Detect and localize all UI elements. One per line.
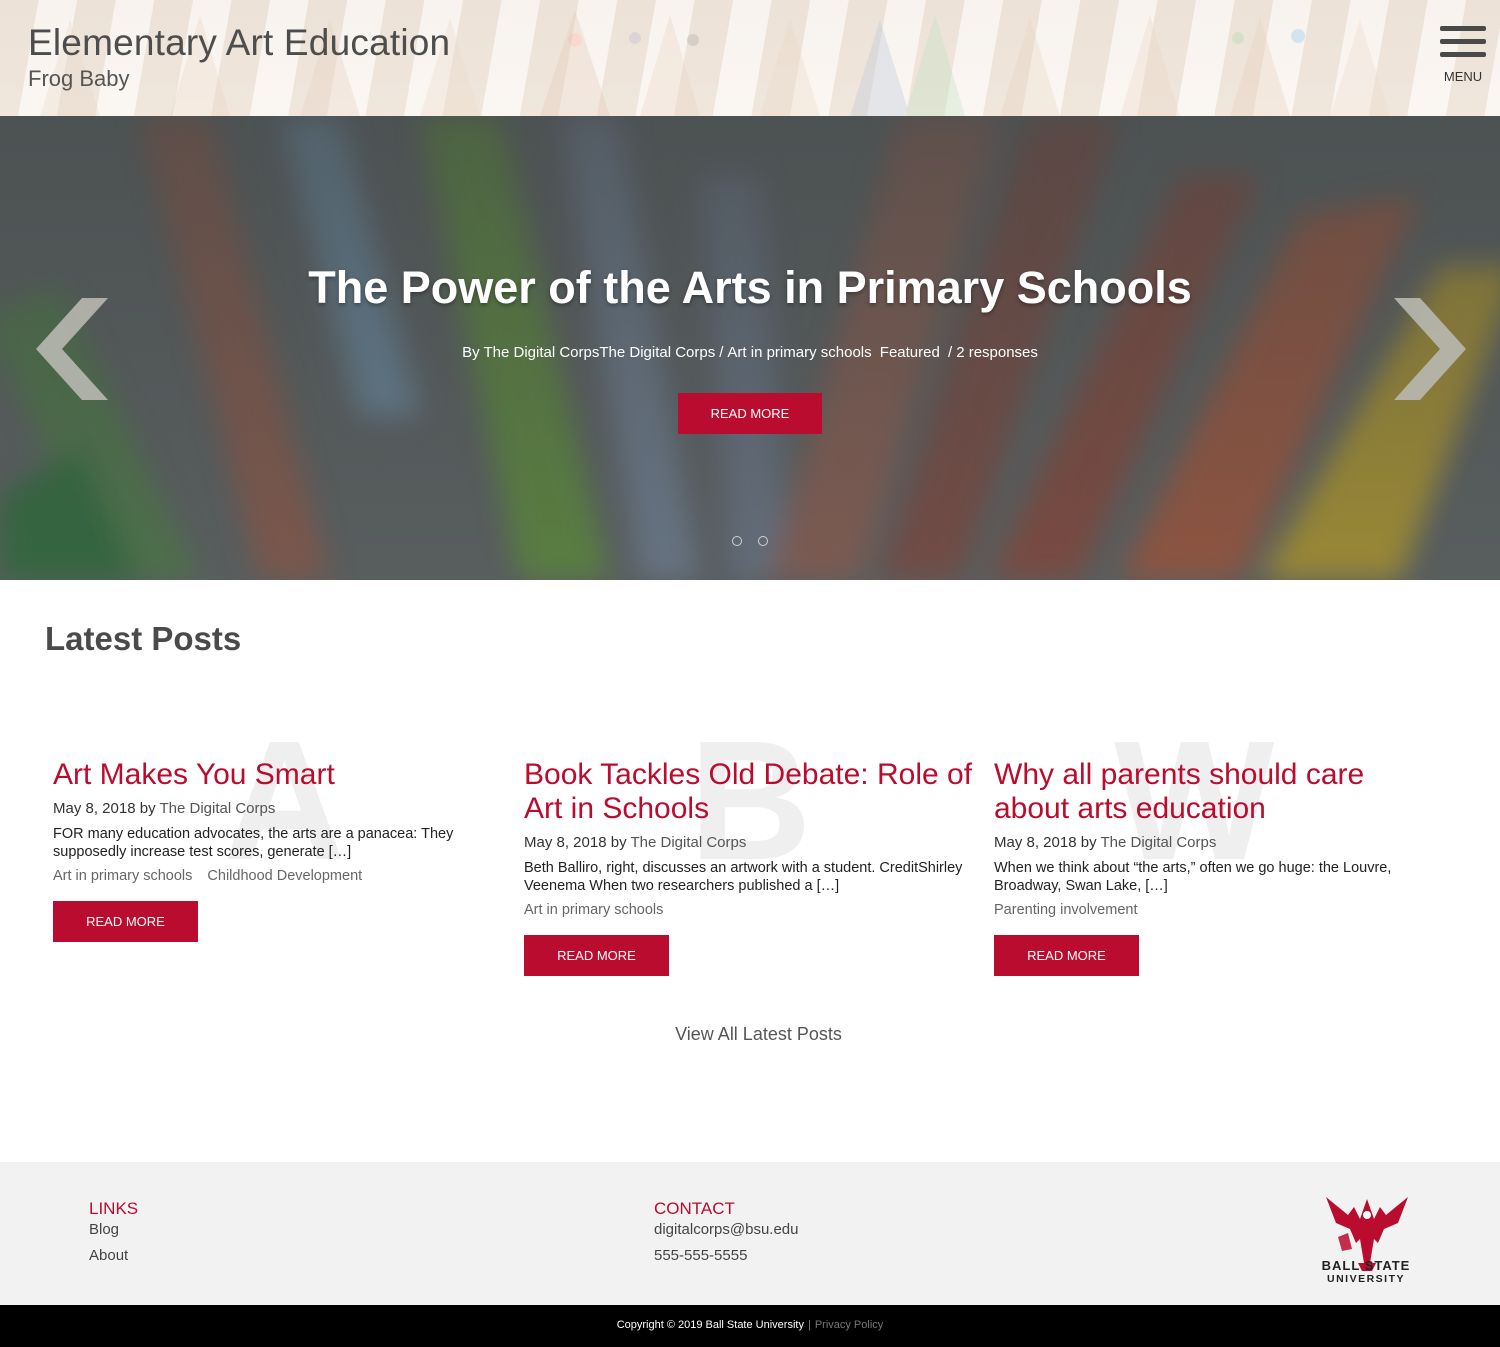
post-date: May 8, 2018: [53, 800, 136, 817]
copyright-text: Copyright © 2019 Ball State University: [616, 1319, 804, 1331]
footer-contact-phone[interactable]: 555-555-5555: [654, 1247, 747, 1264]
hero-slider: The Power of the Arts in Primary Schools…: [0, 116, 1500, 580]
copyright-line: Copyright © 2019 Ball State University | P…: [0, 1319, 1500, 1331]
post-excerpt: Beth Balliro, right, discusses an artwor…: [524, 860, 963, 894]
site-subtitle: Frog Baby: [28, 66, 130, 91]
post-meta: May 8, 2018 by The Digital Corps: [994, 834, 1434, 851]
post-date: May 8, 2018: [524, 834, 607, 851]
hero-read-more-button[interactable]: READ MORE: [678, 393, 822, 434]
post-tag[interactable]: Art in primary schools: [53, 868, 192, 884]
footer-contact-heading: CONTACT: [654, 1199, 735, 1218]
latest-posts-heading: Latest Posts: [45, 620, 242, 657]
copyright-separator: |: [807, 1319, 811, 1331]
footer-link-blog[interactable]: Blog: [89, 1221, 119, 1238]
privacy-policy-link[interactable]: Privacy Policy: [815, 1319, 883, 1331]
view-all-posts-link[interactable]: View All Latest Posts: [0, 1024, 1500, 1045]
hero-post-responses[interactable]: 2 responses: [956, 344, 1038, 361]
hamburger-icon-bar: [1440, 52, 1486, 57]
post-author[interactable]: The Digital Corps: [1100, 834, 1216, 851]
post-read-more-button[interactable]: READ MORE: [994, 935, 1139, 976]
slider-dot-2[interactable]: [758, 536, 768, 546]
footer-contact-email[interactable]: digitalcorps@bsu.edu: [654, 1221, 798, 1238]
logo-text-line1: BALL STATE: [1321, 1258, 1411, 1273]
site-footer: LINKS Blog About CONTACT digitalcorps@bs…: [0, 1162, 1500, 1305]
post-meta: May 8, 2018 by The Digital Corps: [524, 834, 979, 851]
logo-text-line2: UNIVERSITY: [1326, 1273, 1405, 1285]
post-author[interactable]: The Digital Corps: [630, 834, 746, 851]
slider-dot-1[interactable]: [732, 536, 742, 546]
post-tag[interactable]: Parenting involvement: [994, 902, 1137, 918]
post-excerpt: FOR many education advocates, the arts a…: [53, 826, 454, 860]
hero-post-category[interactable]: Art in primary schools: [727, 344, 871, 361]
slider-pagination: [730, 536, 770, 548]
hero-post-title[interactable]: The Power of the Arts in Primary Schools: [0, 262, 1500, 314]
menu-label: MENU: [1443, 69, 1483, 84]
post-card: A Art Makes You Smart May 8, 2018 by The…: [53, 706, 493, 942]
post-tag[interactable]: Childhood Development: [207, 868, 362, 884]
hamburger-icon: [1440, 26, 1486, 31]
post-title[interactable]: Book Tackles Old Debate: Role of Art in …: [524, 758, 979, 826]
post-read-more-button[interactable]: READ MORE: [53, 901, 198, 942]
post-tag[interactable]: Art in primary schools: [524, 902, 663, 918]
post-by: by: [139, 800, 156, 817]
post-tags: Art in primary schools: [524, 902, 979, 918]
footer-links-heading: LINKS: [89, 1199, 139, 1218]
hamburger-icon-bar: [1440, 39, 1486, 44]
post-title[interactable]: Why all parents should care about arts e…: [994, 758, 1434, 826]
post-author[interactable]: The Digital Corps: [159, 800, 275, 817]
post-card: W Why all parents should care about arts…: [994, 706, 1434, 976]
hero-post-author[interactable]: By The Digital CorpsThe Digital Corps: [462, 344, 715, 361]
menu-button[interactable]: MENU: [1440, 26, 1486, 86]
post-read-more-button[interactable]: READ MORE: [524, 935, 669, 976]
post-excerpt: When we think about “the arts,” often we…: [994, 860, 1392, 894]
site-title[interactable]: Elementary Art Education: [28, 22, 450, 64]
post-by: by: [610, 834, 627, 851]
post-card: B Book Tackles Old Debate: Role of Art i…: [524, 706, 979, 976]
footer-link-about[interactable]: About: [89, 1247, 128, 1264]
hero-post-meta: By The Digital CorpsThe Digital Corps / Ar…: [462, 344, 1038, 361]
post-date: May 8, 2018: [994, 834, 1077, 851]
post-tags: Parenting involvement: [994, 902, 1434, 918]
hero-post-tag[interactable]: Featured: [880, 344, 940, 361]
post-meta: May 8, 2018 by The Digital Corps: [53, 800, 493, 817]
post-by: by: [1080, 834, 1097, 851]
post-tags: Art in primary schools Childhood Developm…: [53, 868, 493, 884]
post-title[interactable]: Art Makes You Smart: [53, 758, 493, 792]
bottom-bar: Copyright © 2019 Ball State University | P…: [0, 1305, 1500, 1347]
site-header: Elementary Art Education Frog Baby MENU: [0, 0, 1500, 116]
